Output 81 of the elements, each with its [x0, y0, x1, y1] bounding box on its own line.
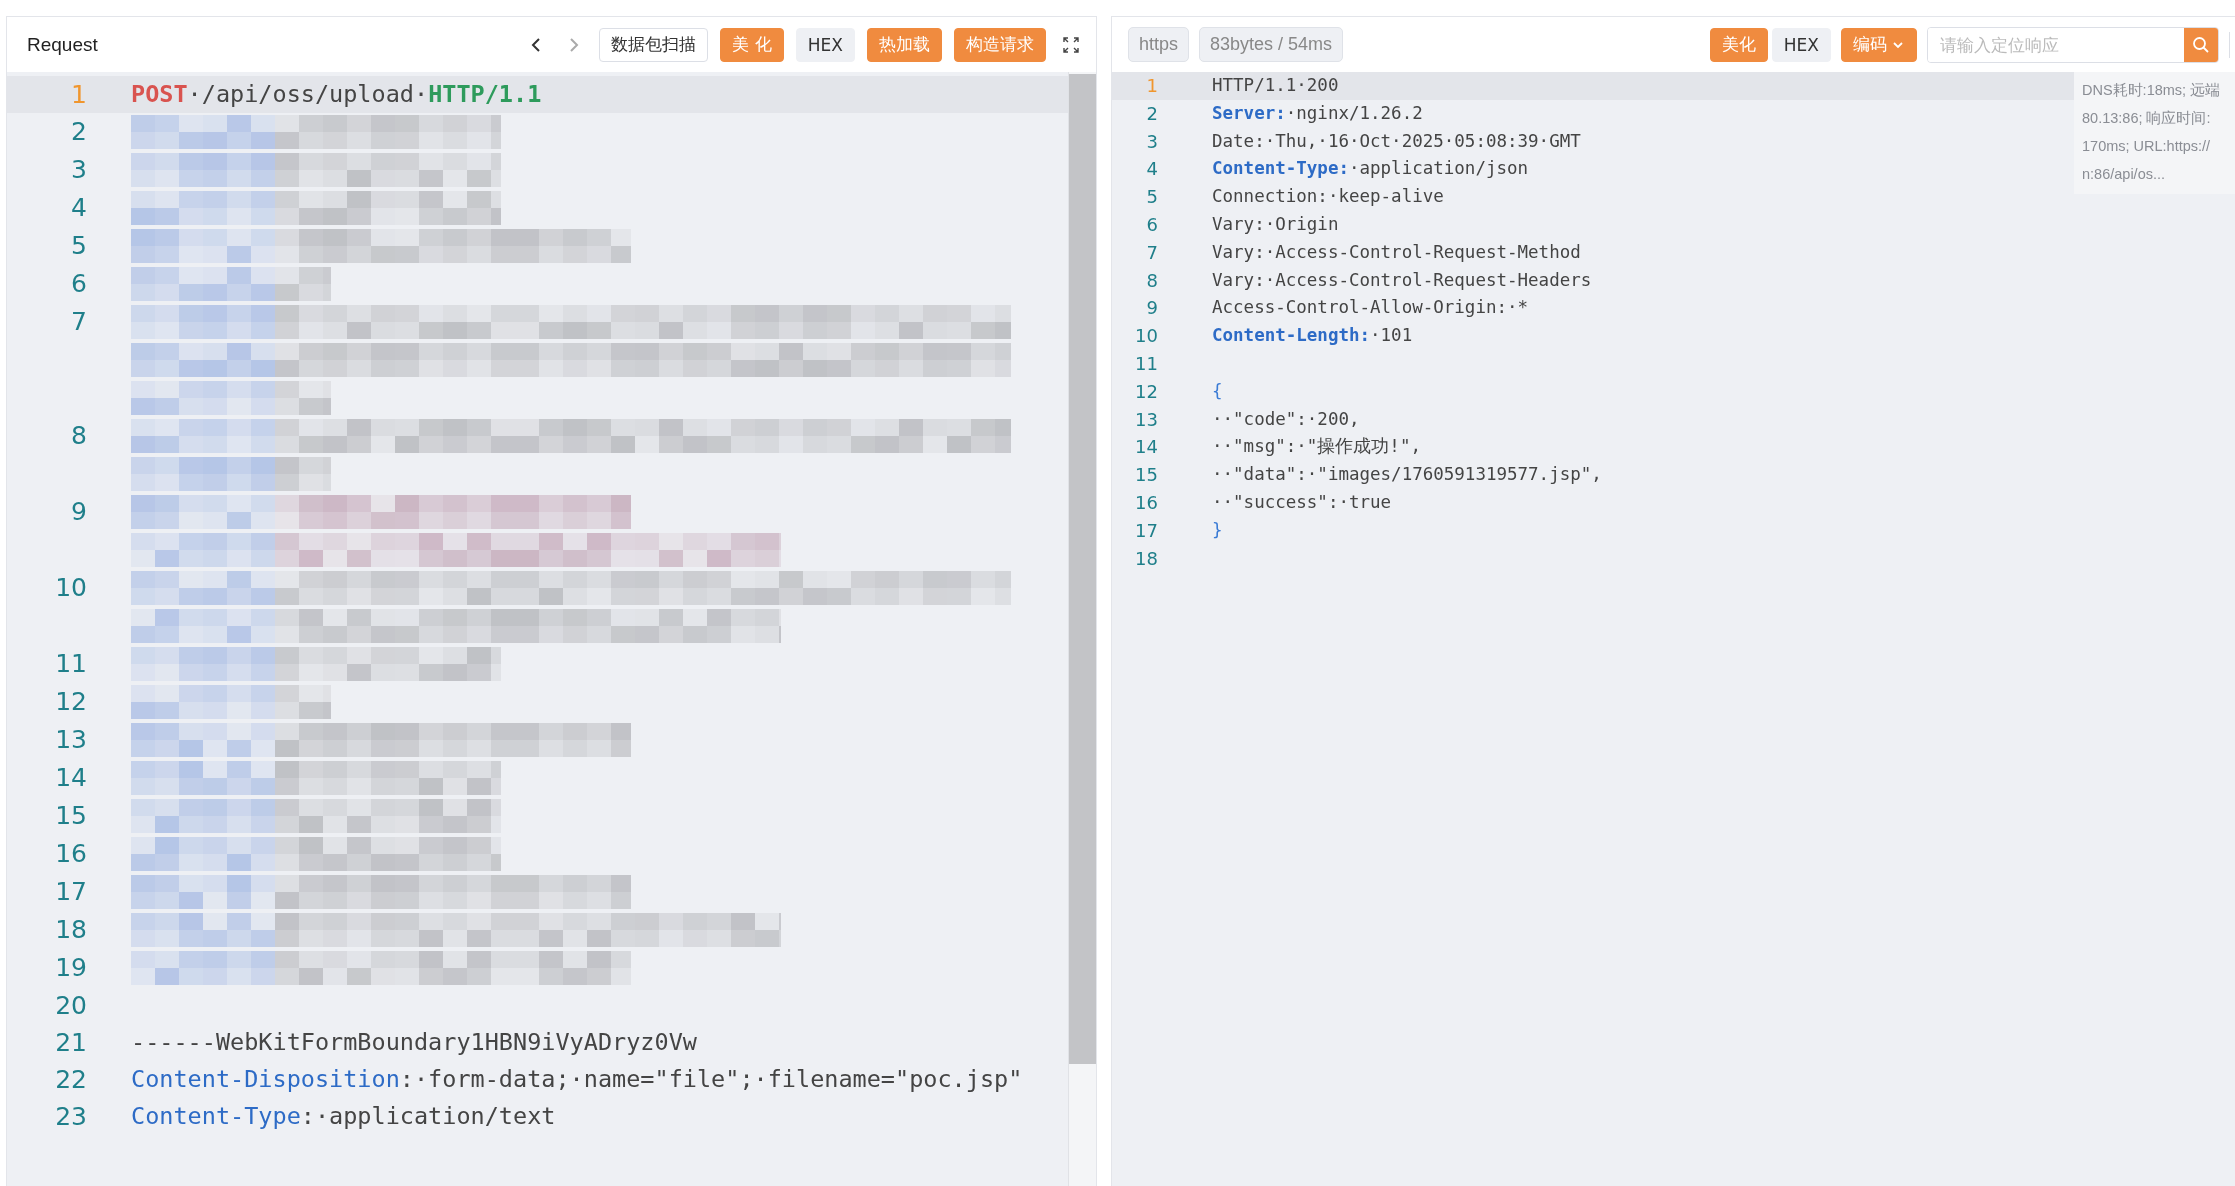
line-number: 18 — [1134, 546, 1159, 571]
line-number: 11 — [1134, 351, 1159, 376]
line-number: 7 — [1145, 240, 1159, 265]
line-number: 2 — [1145, 101, 1159, 126]
code-line: Vary:·Access-Control-Request-Headers — [1212, 268, 1592, 292]
line-number: 1 — [1145, 74, 1159, 98]
line-number: 17 — [1134, 518, 1159, 543]
code-line: Content-Disposition:·form-data;·name="file";·filename="poc.jsp" — [131, 1064, 1023, 1095]
line-number: 10 — [1134, 324, 1159, 349]
line-number: 14 — [54, 762, 88, 794]
code-line: Content-Type:·application/json — [1212, 157, 1529, 181]
line-number: 18 — [54, 914, 88, 946]
line-number: 14 — [1134, 435, 1159, 460]
code-line: } — [1212, 518, 1223, 542]
code-line: Vary:·Access-Control-Request-Method — [1212, 240, 1581, 264]
line-number: 15 — [54, 800, 88, 832]
line-number: 10 — [54, 572, 88, 604]
dropdown-button[interactable]: 编码 — [1841, 27, 1917, 62]
info-text: n:86/api/os... — [2082, 165, 2167, 184]
line-number: 17 — [54, 876, 88, 908]
toolbar-button[interactable]: 构造请求 — [954, 27, 1046, 62]
code-line: Connection:·keep-alive — [1212, 185, 1444, 209]
panel-title: Request — [27, 33, 98, 56]
toolbar-button[interactable]: 热加载 — [867, 27, 942, 62]
line-number: 12 — [1134, 379, 1159, 404]
search-icon — [2192, 35, 2210, 54]
code-line: { — [1212, 379, 1223, 403]
line-number: 22 — [54, 1064, 88, 1096]
toolbar-button[interactable]: 美化 — [1709, 27, 1768, 62]
code-line: Access-Control-Allow-Origin:·* — [1212, 296, 1529, 320]
code-line: Content-Type:·application/text — [131, 1101, 556, 1132]
line-number: 15 — [1134, 463, 1159, 488]
line-number: 1 — [70, 79, 88, 111]
line-number: 3 — [1145, 129, 1159, 154]
line-number: 6 — [70, 268, 88, 300]
info-tag: 83bytes / 54ms — [1199, 27, 1344, 62]
toolbar-button[interactable]: HEX — [795, 27, 855, 62]
code-line: ··"data":·"images/1760591319577.jsp", — [1212, 463, 1602, 487]
line-number: 9 — [70, 496, 88, 528]
line-number: 4 — [70, 192, 88, 224]
line-number: 6 — [1145, 213, 1159, 237]
info-text: DNS耗时:18ms; 远端 — [2082, 81, 2222, 100]
info-tag: https — [1128, 27, 1190, 62]
line-number: 16 — [1134, 490, 1159, 515]
line-number: 19 — [54, 952, 88, 984]
code-line: ··"success":·true — [1212, 490, 1392, 514]
line-number: 20 — [54, 990, 88, 1022]
scrollbar[interactable] — [1068, 72, 1096, 1186]
line-number: 11 — [54, 648, 88, 680]
code-line: Content-Length:·101 — [1212, 324, 1413, 348]
line-number: 8 — [70, 420, 88, 452]
search-field[interactable]: 请输入定位响应 — [1927, 26, 2219, 63]
line-number: 7 — [70, 306, 88, 338]
toolbar-button[interactable]: 美 化 — [720, 27, 784, 62]
toolbar-button[interactable]: 数据包扫描 — [599, 27, 709, 62]
code-line: HTTP/1.1·200 — [1212, 74, 1339, 97]
code-line: Server:·nginx/1.26.2 — [1212, 101, 1423, 125]
code-line: ··"code":·200, — [1212, 407, 1360, 431]
line-number: 23 — [54, 1101, 88, 1133]
line-number: 16 — [54, 838, 88, 870]
code-line: Date:·Thu,·16·Oct·2025·05:08:39·GMT — [1212, 129, 1581, 153]
code-line: ··"msg":·"操作成功!", — [1212, 435, 1421, 459]
code-line: POST·/api/oss/upload·HTTP/1.1 — [131, 79, 542, 110]
fullscreen-icon — [1062, 35, 1080, 54]
line-number: 13 — [1134, 407, 1159, 432]
line-number: 21 — [54, 1027, 88, 1059]
line-number: 4 — [1145, 157, 1159, 182]
line-number: 2 — [70, 116, 88, 148]
line-number: 3 — [70, 154, 88, 186]
line-number: 12 — [54, 686, 88, 718]
info-text: 170ms; URL:https:// — [2082, 137, 2212, 156]
line-number: 13 — [54, 724, 88, 756]
code-line: ------WebKitFormBoundary1HBN9iVyADryz0Vw — [131, 1027, 697, 1058]
line-number: 5 — [70, 230, 88, 262]
line-number: 9 — [1145, 296, 1159, 321]
line-number: 5 — [1145, 185, 1159, 210]
line-number: 8 — [1145, 268, 1159, 293]
code-line: Vary:·Origin — [1212, 213, 1339, 236]
search-button[interactable] — [2184, 27, 2218, 62]
toolbar-button[interactable]: HEX — [1771, 27, 1831, 62]
info-text: 80.13:86; 响应时间: — [2082, 109, 2212, 128]
